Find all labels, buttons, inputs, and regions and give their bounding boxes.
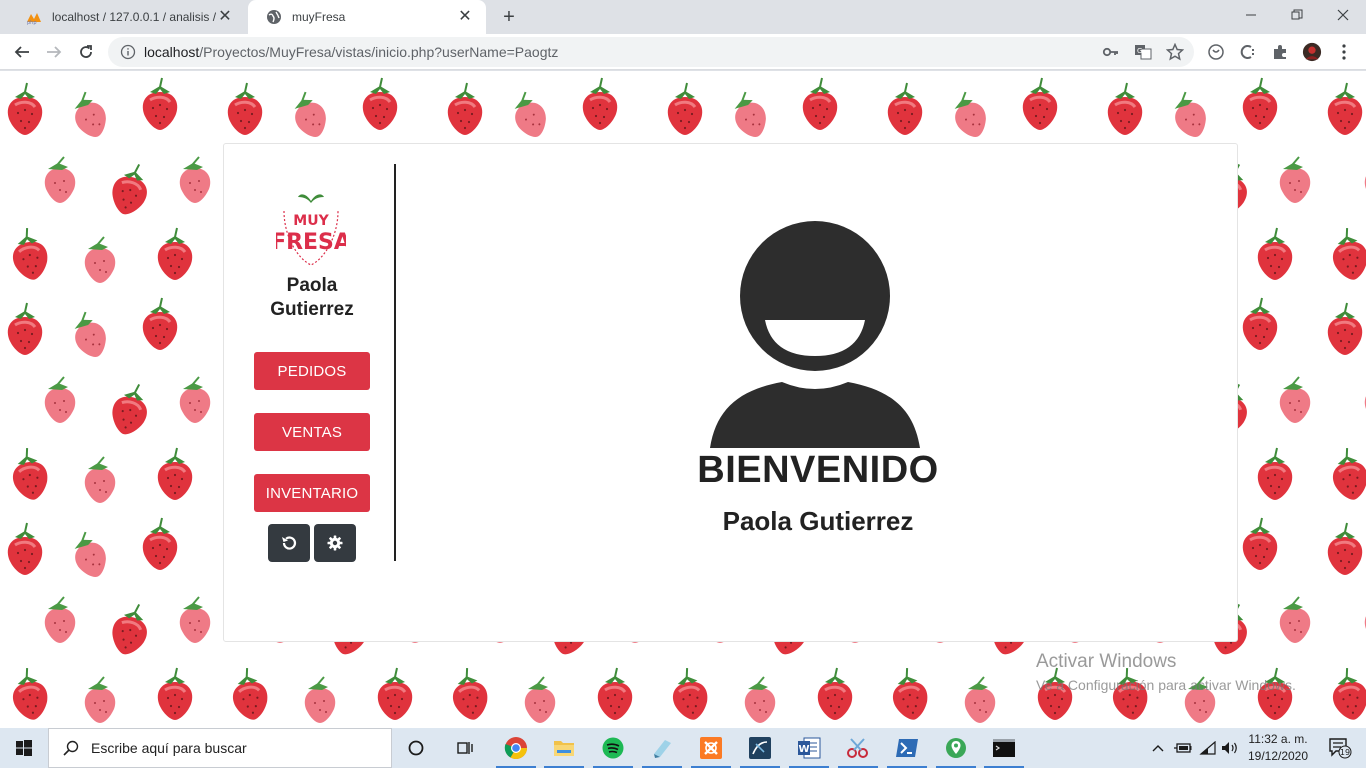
logo-text-bottom: FRESA bbox=[276, 230, 346, 255]
notepad-app-icon[interactable] bbox=[638, 728, 686, 768]
tab-phpmyadmin[interactable]: php localhost / 127.0.0.1 / analisis / u… bbox=[8, 0, 246, 34]
wifi-icon[interactable] bbox=[1197, 728, 1219, 768]
phpmyadmin-favicon-icon: php bbox=[27, 13, 41, 25]
welcome-user-name: Paola Gutierrez bbox=[722, 506, 914, 536]
muyfresa-logo: MUY FRESA bbox=[276, 194, 346, 266]
tab-title: muyFresa bbox=[292, 10, 346, 24]
key-icon[interactable] bbox=[1102, 43, 1120, 61]
svg-text:php: php bbox=[27, 20, 37, 25]
tab-close-icon[interactable]: ✕ bbox=[216, 8, 234, 26]
activation-watermark-title: Activar Windows bbox=[1036, 651, 1177, 672]
address-bar[interactable]: localhost/Proyectos/MuyFresa/vistas/inic… bbox=[108, 37, 1194, 67]
sidebar-user-name: Paola Gutierrez bbox=[244, 274, 380, 322]
volume-icon[interactable] bbox=[1219, 728, 1241, 768]
terminal-icon[interactable] bbox=[980, 728, 1028, 768]
profile-avatar[interactable] bbox=[1302, 42, 1322, 62]
ventas-button[interactable]: VENTAS bbox=[254, 413, 370, 451]
chrome-app-icon[interactable] bbox=[492, 728, 540, 768]
tab-title: localhost / 127.0.0.1 / analisis / u bbox=[52, 10, 216, 24]
search-icon bbox=[63, 740, 79, 756]
powershell-icon[interactable] bbox=[883, 728, 931, 768]
close-window-icon[interactable] bbox=[1320, 0, 1366, 30]
dashboard-card: MUY FRESA Paola Gutierrez PEDIDOS VENTAS… bbox=[223, 143, 1238, 642]
notification-count: 19 bbox=[1340, 748, 1350, 757]
taskbar-search-input[interactable]: Escribe aquí para buscar bbox=[48, 728, 392, 768]
back-icon[interactable] bbox=[8, 38, 36, 66]
task-view-icon[interactable] bbox=[440, 728, 488, 768]
activation-watermark-subtitle: Ve a Configuración para activar Windows. bbox=[1036, 677, 1296, 693]
xampp-icon[interactable] bbox=[687, 728, 735, 768]
user-first-name: Paola bbox=[286, 275, 338, 296]
windows-start-icon[interactable] bbox=[0, 728, 48, 768]
welcome-heading: BIENVENIDO bbox=[697, 449, 939, 491]
maps-app-icon[interactable] bbox=[932, 728, 980, 768]
taskbar: Escribe aquí para buscar W 11:32 a. m. 1… bbox=[0, 728, 1366, 768]
extension-circle-icon[interactable] bbox=[1206, 42, 1226, 62]
word-icon[interactable]: W bbox=[785, 728, 833, 768]
site-info-icon[interactable] bbox=[120, 44, 136, 60]
logout-button[interactable] bbox=[268, 524, 310, 562]
svg-text:W: W bbox=[798, 744, 809, 755]
tab-muyfresa[interactable]: muyFresa ✕ bbox=[248, 0, 486, 34]
user-last-name: Gutierrez bbox=[270, 299, 354, 320]
page-viewport: MUY FRESA Paola Gutierrez PEDIDOS VENTAS… bbox=[0, 71, 1366, 728]
translate-icon[interactable]: G bbox=[1134, 43, 1152, 61]
tab-close-icon[interactable]: ✕ bbox=[456, 8, 474, 26]
spotify-icon[interactable] bbox=[589, 728, 637, 768]
browser-menu-icon[interactable] bbox=[1334, 42, 1354, 62]
settings-button[interactable] bbox=[314, 524, 356, 562]
battery-icon[interactable] bbox=[1172, 728, 1194, 768]
extension-c-icon[interactable] bbox=[1238, 42, 1258, 62]
notifications-icon[interactable]: 19 bbox=[1320, 728, 1360, 768]
url-path: /Proyectos/MuyFresa/vistas/inicio.php?us… bbox=[199, 44, 559, 60]
tab-strip: php localhost / 127.0.0.1 / analisis / u… bbox=[0, 0, 1366, 34]
new-tab-icon[interactable]: + bbox=[498, 6, 520, 28]
gear-icon bbox=[327, 535, 343, 551]
svg-text:G: G bbox=[1137, 47, 1142, 55]
logo-text-top: MUY bbox=[293, 213, 329, 229]
restore-icon[interactable] bbox=[1274, 0, 1320, 30]
main-content: BIENVENIDO Paola Gutierrez bbox=[398, 144, 1238, 641]
mysql-workbench-icon[interactable] bbox=[736, 728, 784, 768]
show-hidden-icons-chevron-icon[interactable] bbox=[1148, 728, 1168, 768]
taskbar-clock[interactable]: 11:32 a. m. 19/12/2020 bbox=[1240, 731, 1316, 765]
extensions-puzzle-icon[interactable] bbox=[1270, 42, 1290, 62]
clock-date: 19/12/2020 bbox=[1247, 749, 1309, 763]
snipping-tool-icon[interactable] bbox=[834, 728, 882, 768]
minimize-icon[interactable] bbox=[1228, 0, 1274, 30]
inventario-button[interactable]: INVENTARIO bbox=[254, 474, 370, 512]
pedidos-button[interactable]: PEDIDOS bbox=[254, 352, 370, 390]
browser-toolbar: localhost/Proyectos/MuyFresa/vistas/inic… bbox=[0, 34, 1366, 70]
globe-icon bbox=[267, 10, 281, 24]
file-explorer-icon[interactable] bbox=[540, 728, 588, 768]
reload-icon[interactable] bbox=[72, 38, 100, 66]
user-avatar-icon bbox=[710, 221, 920, 448]
bookmark-star-icon[interactable] bbox=[1166, 43, 1184, 61]
cortana-icon[interactable] bbox=[392, 728, 440, 768]
undo-icon bbox=[282, 536, 297, 550]
sidebar: MUY FRESA Paola Gutierrez PEDIDOS VENTAS… bbox=[224, 164, 396, 562]
search-placeholder: Escribe aquí para buscar bbox=[91, 740, 247, 756]
clock-time: 11:32 a. m. bbox=[1248, 732, 1308, 746]
forward-icon[interactable] bbox=[40, 38, 68, 66]
url-host: localhost bbox=[144, 44, 200, 60]
